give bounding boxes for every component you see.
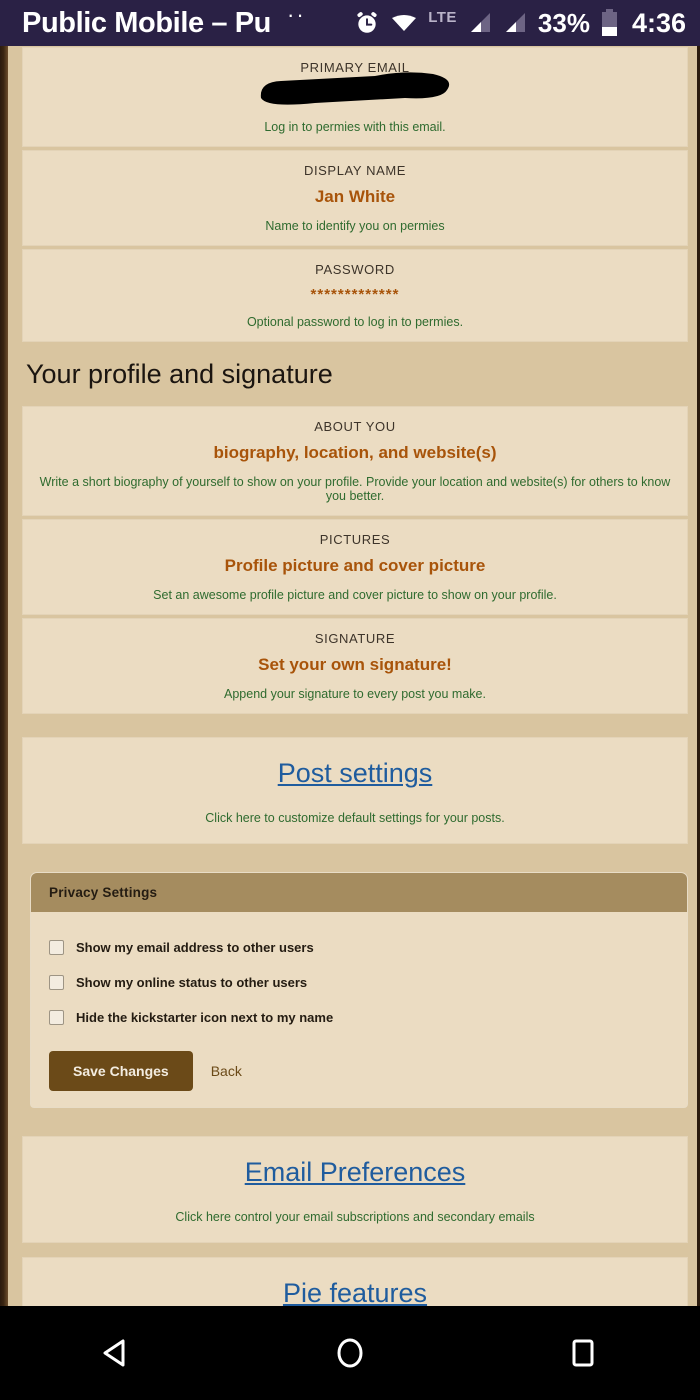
about-you-value: biography, location, and website(s) — [213, 443, 497, 462]
nav-home-button[interactable] — [305, 1323, 395, 1383]
profile-section-heading: Your profile and signature — [26, 359, 333, 389]
wifi-icon — [391, 12, 417, 34]
password-label: PASSWORD — [315, 262, 395, 277]
battery-percent-label: 33% — [537, 7, 590, 38]
pie-features-card[interactable]: Pie features Click here to customize the… — [22, 1257, 688, 1306]
signature-value: Set your own signature! — [258, 655, 452, 674]
privacy-action-row: Save Changes Back — [49, 1035, 687, 1091]
show-email-label: Show my email address to other users — [76, 940, 314, 955]
display-name-card[interactable]: DISPLAY NAME Jan White Name to identify … — [22, 150, 688, 246]
page-left-border — [0, 46, 8, 1306]
password-card[interactable]: PASSWORD ************* Optional password… — [22, 249, 688, 342]
pictures-card[interactable]: PICTURES Profile picture and cover pictu… — [22, 519, 688, 615]
signal-icon-1 — [468, 12, 492, 34]
status-bar-indicators: LTE 33% 4:36 — [354, 8, 686, 39]
hide-kickstarter-icon-checkbox[interactable] — [49, 1010, 64, 1025]
phone-screen: Public Mobile – Pu ·· LTE 33% 4:36 PRIMA… — [0, 0, 700, 1400]
show-email-checkbox[interactable] — [49, 940, 64, 955]
hide-kickstarter-icon-label: Hide the kickstarter icon next to my nam… — [76, 1010, 334, 1025]
back-triangle-icon — [103, 1339, 125, 1367]
about-you-card[interactable]: ABOUT YOU biography, location, and websi… — [22, 406, 688, 516]
status-bar-app-title: Public Mobile – Pu — [22, 6, 271, 39]
email-preferences-desc: Click here control your email subscripti… — [175, 1210, 535, 1224]
signature-card[interactable]: SIGNATURE Set your own signature! Append… — [22, 618, 688, 714]
pictures-desc: Set an awesome profile picture and cover… — [153, 588, 557, 602]
password-desc: Optional password to log in to permies. — [246, 315, 464, 329]
android-nav-bar — [0, 1306, 700, 1400]
post-settings-card[interactable]: Post settings Click here to customize de… — [22, 737, 688, 844]
email-preferences-card[interactable]: Email Preferences Click here control you… — [22, 1136, 688, 1243]
about-you-label: ABOUT YOU — [314, 419, 396, 434]
password-value: ************* — [310, 286, 400, 303]
signature-desc: Append your signature to every post you … — [224, 687, 486, 701]
overflow-dots-icon: ·· — [287, 2, 306, 27]
display-name-label: DISPLAY NAME — [303, 163, 407, 178]
display-name-value: Jan White — [314, 187, 396, 206]
primary-email-card[interactable]: PRIMARY EMAIL Log in to permies with thi… — [22, 47, 688, 147]
privacy-settings-panel: Privacy Settings Show my email address t… — [30, 872, 688, 1108]
back-link[interactable]: Back — [211, 1063, 242, 1079]
nav-back-button[interactable] — [72, 1323, 162, 1383]
redaction-blob-icon — [260, 72, 450, 105]
pie-features-link[interactable]: Pie features — [283, 1278, 427, 1306]
post-settings-desc: Click here to customize default settings… — [205, 811, 505, 825]
privacy-checkbox-row[interactable]: Show my online status to other users — [49, 965, 687, 1000]
privacy-settings-body: Show my email address to other users Sho… — [31, 912, 687, 1107]
signal-icon-2 — [503, 12, 527, 34]
post-settings-link[interactable]: Post settings — [278, 758, 433, 789]
page-content: Registration Information PRIMARY EMAIL L… — [8, 46, 700, 1306]
email-preferences-link[interactable]: Email Preferences — [245, 1157, 466, 1188]
show-online-status-label: Show my online status to other users — [76, 975, 308, 990]
network-type-label: LTE — [428, 8, 457, 26]
about-you-desc: Write a short biography of yourself to s… — [39, 475, 671, 503]
alarm-icon — [354, 10, 380, 36]
signature-label: SIGNATURE — [314, 631, 396, 646]
browser-viewport: Registration Information PRIMARY EMAIL L… — [0, 46, 700, 1306]
home-circle-icon — [337, 1338, 363, 1368]
privacy-checkbox-row[interactable]: Show my email address to other users — [49, 930, 687, 965]
recents-square-icon — [572, 1339, 594, 1367]
primary-email-value — [33, 72, 677, 105]
nav-recents-button[interactable] — [538, 1323, 628, 1383]
pictures-value: Profile picture and cover picture — [224, 556, 486, 575]
show-online-status-checkbox[interactable] — [49, 975, 64, 990]
privacy-settings-title: Privacy Settings — [31, 873, 687, 912]
pictures-label: PICTURES — [319, 532, 391, 547]
status-bar: Public Mobile – Pu ·· LTE 33% 4:36 — [0, 0, 700, 46]
display-name-desc: Name to identify you on permies — [265, 219, 445, 233]
clock-time-label: 4:36 — [631, 7, 686, 38]
battery-icon — [601, 9, 618, 37]
save-changes-button[interactable]: Save Changes — [49, 1051, 193, 1091]
privacy-checkbox-row[interactable]: Hide the kickstarter icon next to my nam… — [49, 1000, 687, 1035]
